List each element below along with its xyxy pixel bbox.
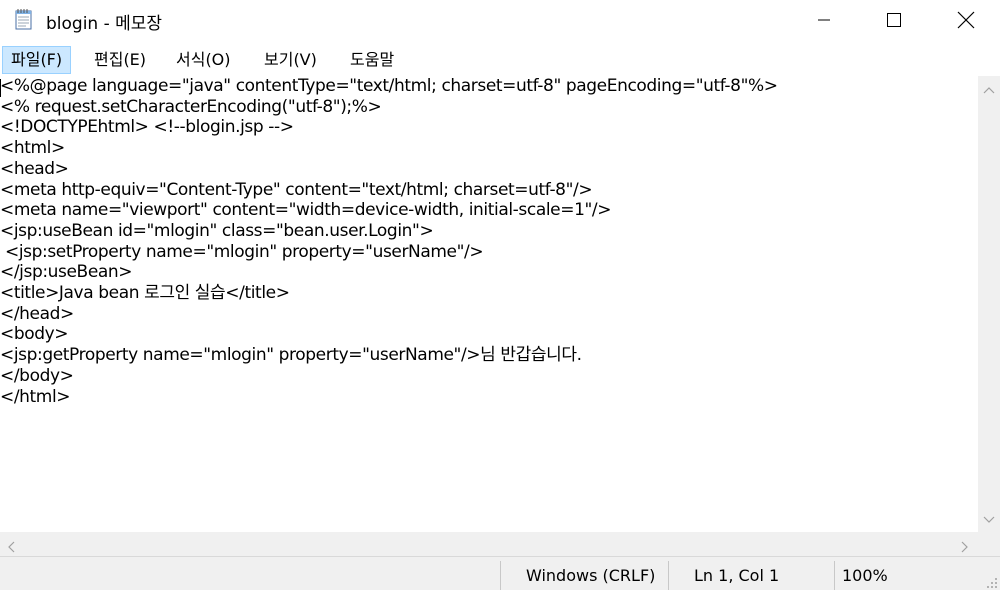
- menu-bar: 파일(F) 편집(E) 서식(O) 보기(V) 도움말: [0, 44, 1000, 74]
- menu-edit[interactable]: 편집(E): [86, 46, 154, 74]
- window-title: blogin - 메모장: [46, 14, 163, 34]
- status-divider: [668, 561, 669, 590]
- editor-line: <%@page language="java" contentType="tex…: [0, 76, 778, 96]
- scroll-up-arrow-icon[interactable]: [983, 82, 995, 94]
- editor-line: </body>: [0, 365, 74, 386]
- minimize-button[interactable]: [788, 0, 860, 40]
- status-divider: [500, 561, 501, 590]
- notepad-icon: [14, 8, 34, 30]
- editor-line: <!DOCTYPEhtml> <!--blogin.jsp -->: [0, 117, 294, 138]
- close-button[interactable]: [930, 0, 1000, 40]
- minimize-icon: [818, 19, 830, 21]
- title-bar[interactable]: blogin - 메모장: [0, 0, 1000, 40]
- maximize-button[interactable]: [858, 0, 930, 40]
- close-icon: [957, 11, 975, 29]
- horizontal-scrollbar[interactable]: [0, 532, 978, 556]
- status-line-ending: Windows (CRLF): [526, 566, 656, 585]
- editor-line: <jsp:useBean id="mlogin" class="bean.use…: [0, 220, 434, 241]
- scroll-right-arrow-icon[interactable]: [958, 538, 970, 553]
- text-editor[interactable]: <%@page language="java" contentType="tex…: [0, 76, 978, 532]
- menu-help[interactable]: 도움말: [342, 46, 402, 74]
- status-bar: Windows (CRLF) Ln 1, Col 1 100%: [0, 556, 1000, 590]
- editor-line: </head>: [0, 303, 74, 324]
- vertical-scrollbar[interactable]: [978, 76, 1000, 532]
- editor-line: <meta http-equiv="Content-Type" content=…: [0, 179, 593, 200]
- editor-line: <body>: [0, 324, 69, 345]
- scroll-down-arrow-icon[interactable]: [983, 510, 995, 523]
- resize-grip-icon[interactable]: [984, 574, 998, 588]
- editor-line: <jsp:getProperty name="mlogin" property=…: [0, 345, 582, 366]
- menu-format[interactable]: 서식(O): [168, 46, 239, 74]
- editor-line: <% request.setCharacterEncoding("utf-8")…: [0, 96, 382, 117]
- maximize-icon: [887, 13, 901, 27]
- editor-line: <meta name="viewport" content="width=dev…: [0, 200, 612, 221]
- menu-file[interactable]: 파일(F): [2, 46, 72, 74]
- status-divider: [834, 561, 835, 590]
- menu-view[interactable]: 보기(V): [256, 46, 325, 74]
- status-zoom: 100%: [842, 566, 888, 585]
- editor-line: <title>Java bean 로그인 실습</title>: [0, 283, 290, 303]
- scroll-left-arrow-icon[interactable]: [6, 538, 18, 553]
- editor-line: <jsp:setProperty name="mlogin" property=…: [0, 241, 484, 262]
- editor-line: </html>: [0, 386, 71, 407]
- editor-line: <html>: [0, 138, 65, 159]
- scroll-corner: [978, 532, 1000, 556]
- status-cursor-position: Ln 1, Col 1: [694, 566, 780, 585]
- editor-line: </jsp:useBean>: [0, 262, 133, 283]
- editor-line: <head>: [0, 158, 69, 179]
